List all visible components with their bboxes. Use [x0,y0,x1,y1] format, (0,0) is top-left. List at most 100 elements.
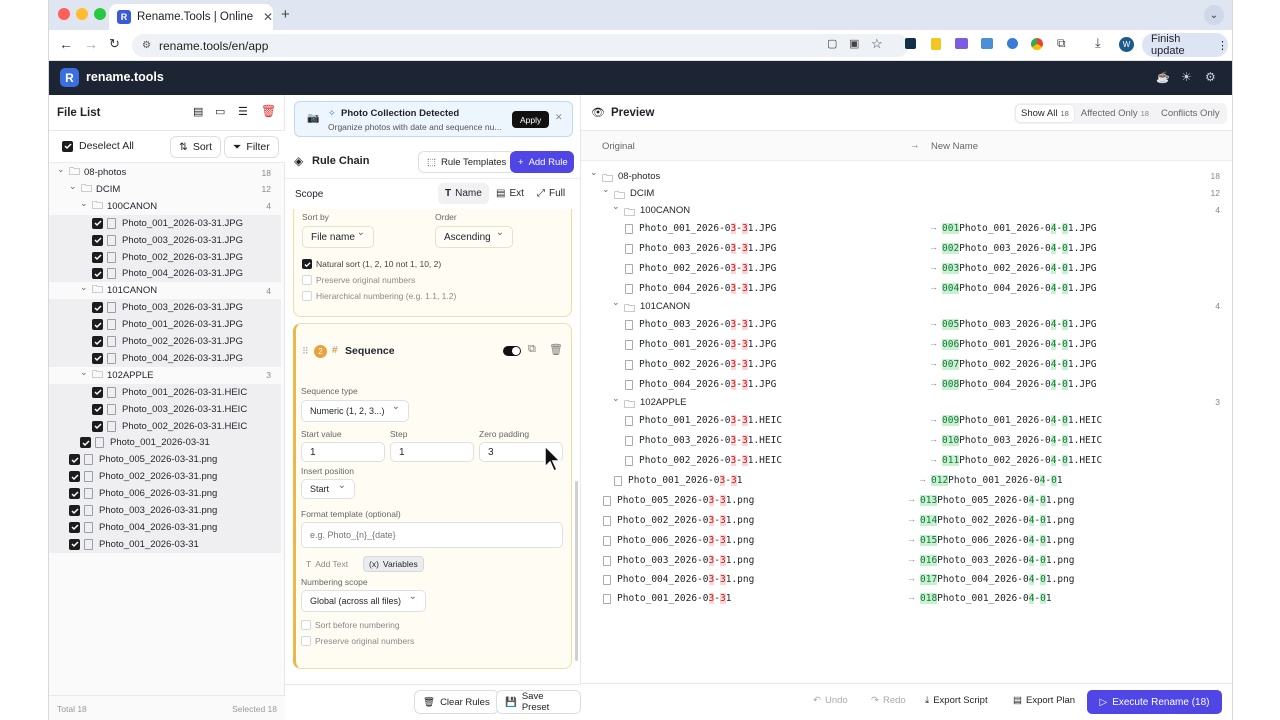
folder-tree-item[interactable]: ⌄ 🗀 08-photos 18 [49,164,281,181]
browser-tab[interactable]: R Rename.Tools | Online Batch R ✕ [109,4,273,30]
folder-tree-item[interactable]: ⌄ 🗀 DCIM 12 [49,181,281,198]
file-tree-item[interactable]: Photo_003_2026-03-31.JPG [49,299,281,317]
file-checkbox[interactable] [92,420,103,432]
file-checkbox[interactable] [69,488,80,500]
chevron-down-icon[interactable]: ⌄ [80,367,88,378]
file-tree-item[interactable]: Photo_006_2026-03-31.png [49,485,281,503]
banner-apply-button[interactable]: Apply [512,111,550,128]
extension-4-icon[interactable] [981,38,993,49]
file-tree-item[interactable]: Photo_001_2026-03-31 [49,434,281,452]
chevron-down-icon[interactable]: ⌄ [612,201,620,212]
filter-button[interactable]: ⏷ Filter [224,136,279,158]
tab-conflicts-only[interactable]: Conflicts Only [1156,105,1225,122]
preserve-numbers-checkbox[interactable] [302,275,312,285]
maximize-window-button[interactable] [94,8,106,20]
chevron-down-icon[interactable]: ⌄ [590,167,598,178]
start-value-input[interactable]: 1 [301,442,385,462]
tab-search-icon[interactable]: ⌄ [1204,5,1224,25]
coffee-icon[interactable]: ☕ [1156,71,1170,84]
file-checkbox[interactable] [92,403,103,415]
extension-3-icon[interactable] [955,38,968,49]
bookmark-star-icon[interactable]: ☆ [871,36,883,52]
add-folder-icon[interactable]: ▭ [215,105,225,118]
insert-position-select[interactable]: Start [301,479,355,499]
file-tree-item[interactable]: Photo_001_2026-03-31 [49,535,281,553]
site-info-icon[interactable]: ⚙ [142,40,151,51]
numbering-scope-select[interactable]: Global (across all files) [301,590,426,612]
file-checkbox[interactable] [92,386,103,398]
sort-before-option[interactable]: Sort before numbering [301,620,400,630]
file-tree-item[interactable]: Photo_004_2026-03-31.png [49,518,281,536]
hierarchical-option[interactable]: Hierarchical numbering (e.g. 1.1, 1.2) [302,291,456,301]
execute-rename-button[interactable]: ▷ Execute Rename (18) [1087,690,1222,714]
file-checkbox[interactable] [92,251,103,263]
scope-name-button[interactable]: T Name [438,183,489,204]
save-preset-button[interactable]: 💾 Save Preset [496,690,581,714]
file-checkbox[interactable] [92,352,103,364]
file-checkbox[interactable] [69,471,80,483]
undo-button[interactable]: ↶ Undo [813,695,848,706]
finish-update-button[interactable]: Finish update ⋮ [1142,33,1228,57]
file-checkbox[interactable] [92,217,103,229]
file-checkbox[interactable] [69,505,80,516]
theme-sun-icon[interactable]: ☀ [1181,70,1192,84]
add-file-icon[interactable]: ▤ [193,105,203,118]
enable-toggle[interactable] [503,346,521,356]
file-tree-item[interactable]: Photo_004_2026-03-31.JPG [49,349,281,367]
scope-ext-button[interactable]: ▤ Ext [491,183,529,204]
chevron-down-icon[interactable]: ⌄ [602,184,610,195]
deselect-all-checkbox[interactable] [62,140,73,152]
settings-gear-icon[interactable]: ⚙ [1205,70,1216,84]
file-tree-item[interactable]: Photo_003_2026-03-31.png [49,502,281,519]
trash-icon[interactable]: 🗑 [261,104,276,118]
profile-avatar[interactable]: W [1119,37,1134,52]
file-tree-item[interactable]: Photo_002_2026-03-31.png [49,468,281,486]
file-checkbox[interactable] [80,437,91,449]
rule-templates-button[interactable]: ⬚ Rule Templates [418,151,516,173]
add-rule-button[interactable]: + Add Rule [510,151,574,173]
file-checkbox[interactable] [69,454,80,466]
file-tree-item[interactable]: Photo_001_2026-03-31.JPG [49,214,281,232]
tab-affected-only[interactable]: Affected Only 18 [1076,105,1154,122]
new-tab-icon[interactable]: + [281,6,290,23]
duplicate-icon[interactable]: ⧉ [528,343,536,356]
file-checkbox[interactable] [92,319,103,331]
file-checkbox[interactable] [92,234,103,246]
preserve-numbers-option[interactable]: Preserve original numbers [302,275,415,285]
step-input[interactable]: 1 [390,442,474,462]
page-info-icon[interactable]: ▢ [827,37,837,50]
export-plan-button[interactable]: ▤ Export Plan [1013,695,1075,706]
delete-rule-icon[interactable]: 🗑 [549,343,563,356]
install-icon[interactable]: ▣ [849,37,859,50]
file-checkbox[interactable] [69,538,80,550]
folder-tree-item[interactable]: ⌄ 🗀 101CANON 4 [49,282,281,299]
sort-by-select[interactable]: File name [302,226,374,248]
close-tab-icon[interactable]: ✕ [263,10,273,24]
chevron-down-icon[interactable]: ⌄ [612,393,620,404]
file-tree-item[interactable]: Photo_002_2026-03-31.JPG [49,248,281,266]
file-tree-item[interactable]: Photo_002_2026-03-31.HEIC [49,417,281,435]
file-tree-item[interactable]: Photo_001_2026-03-31.HEIC [49,383,281,401]
file-checkbox[interactable] [69,521,80,533]
back-icon[interactable]: ← [59,36,73,52]
chevron-down-icon[interactable]: ⌄ [612,297,620,308]
file-tree-item[interactable]: Photo_001_2026-03-31.JPG [49,316,281,334]
folder-tree-item[interactable]: ⌄ 🗀 100CANON 4 [49,198,281,215]
banner-close-icon[interactable]: ✕ [555,112,563,123]
folder-tree-item[interactable]: ⌄ 🗀 102APPLE 3 [49,367,281,384]
extension-1-icon[interactable] [905,38,916,49]
scope-full-button[interactable]: ⤢ Full [533,183,569,204]
extensions-puzzle-icon[interactable]: ⧉ [1057,36,1066,51]
export-script-button[interactable]: ⤓ Export Script [925,695,988,706]
forward-icon[interactable]: → [84,36,98,52]
minimize-window-button[interactable] [76,8,88,20]
close-window-button[interactable] [58,8,70,20]
drag-handle-icon[interactable]: ⠿ [302,346,309,357]
natural-sort-option[interactable]: Natural sort (1, 2, 10 not 1, 10, 2) [302,259,441,269]
extension-5-icon[interactable] [1007,38,1018,49]
format-template-input[interactable] [301,522,563,548]
clear-rules-button[interactable]: 🗑 Clear Rules [414,690,499,714]
chevron-down-icon[interactable]: ⌄ [80,282,88,293]
add-text-button[interactable]: T Add Text [301,556,353,572]
tab-show-all[interactable]: Show All 18 [1016,105,1074,122]
